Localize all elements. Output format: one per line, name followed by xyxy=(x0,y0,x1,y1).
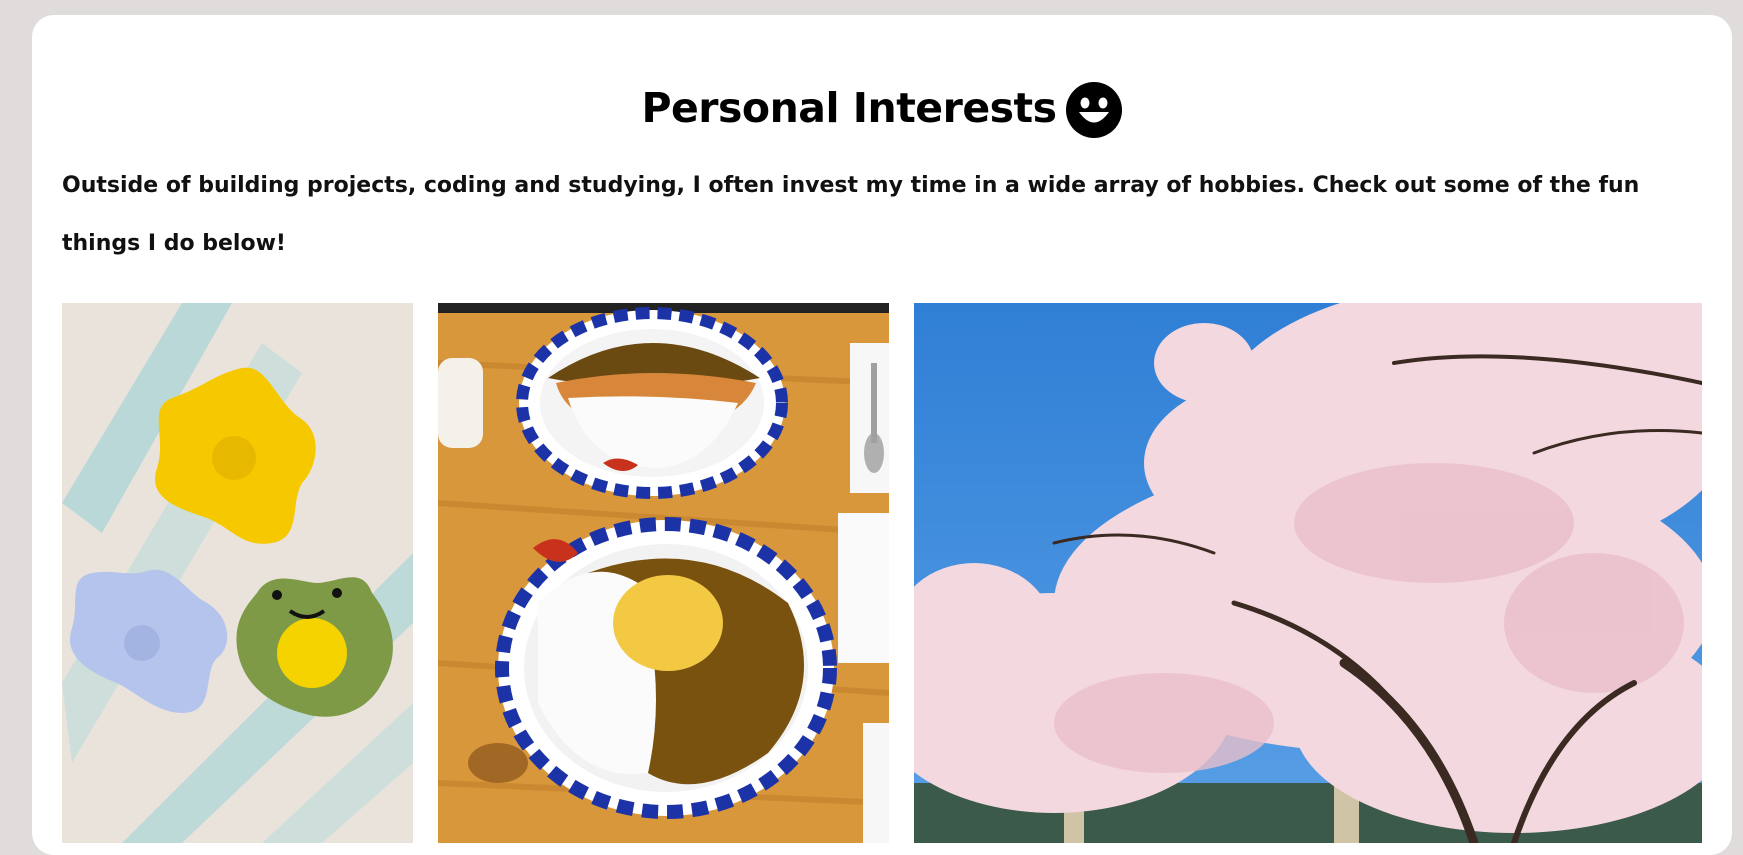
curry-photo xyxy=(438,303,889,843)
cherry-blossom-photo xyxy=(914,303,1702,843)
smiley-face-icon xyxy=(1065,82,1122,138)
personal-interests-card: Personal Interests Outside of building p… xyxy=(32,15,1732,855)
section-header: Personal Interests xyxy=(32,77,1732,139)
crochet-photo xyxy=(62,303,413,843)
section-title: Personal Interests xyxy=(641,84,1057,132)
section-intro: Outside of building projects, coding and… xyxy=(62,173,1640,256)
